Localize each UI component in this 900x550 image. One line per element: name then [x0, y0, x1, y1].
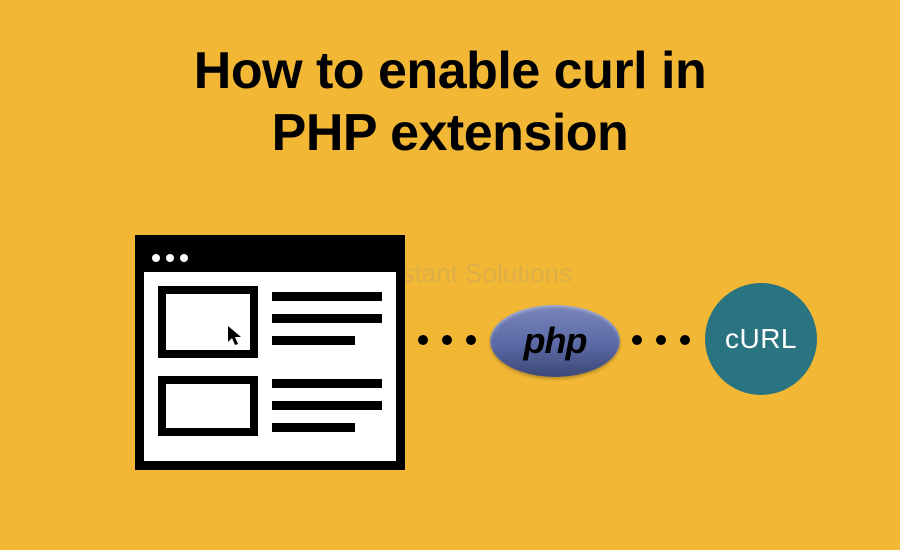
php-logo: php [490, 305, 620, 377]
text-line [272, 336, 355, 345]
illustration-stage: php cURL [0, 235, 900, 515]
dot-icon [680, 335, 690, 345]
curl-logo-text: cURL [725, 323, 797, 355]
page-title: How to enable curl in PHP extension [0, 0, 900, 165]
browser-window-icon [135, 235, 405, 470]
text-line [272, 401, 382, 410]
spacer [272, 358, 382, 366]
browser-right-col [272, 286, 382, 447]
php-logo-text: php [524, 320, 587, 362]
text-line [272, 314, 382, 323]
dot-icon [442, 335, 452, 345]
text-line [272, 292, 382, 301]
connector-dots [632, 335, 690, 345]
browser-body [144, 272, 396, 461]
connector-dots [418, 335, 476, 345]
dot-icon [466, 335, 476, 345]
dot-icon [418, 335, 428, 345]
title-line-1: How to enable curl in [194, 42, 706, 100]
browser-left-col [158, 286, 258, 447]
title-line-2: PHP extension [272, 104, 629, 162]
cursor-icon [226, 324, 246, 348]
dot-icon [656, 335, 666, 345]
content-block [158, 286, 258, 358]
window-control-dot [152, 254, 160, 262]
text-line [272, 379, 382, 388]
window-control-dot [166, 254, 174, 262]
content-block [158, 376, 258, 436]
window-control-dot [180, 254, 188, 262]
text-line [272, 423, 355, 432]
browser-titlebar [144, 244, 396, 272]
dot-icon [632, 335, 642, 345]
curl-logo: cURL [705, 283, 817, 395]
